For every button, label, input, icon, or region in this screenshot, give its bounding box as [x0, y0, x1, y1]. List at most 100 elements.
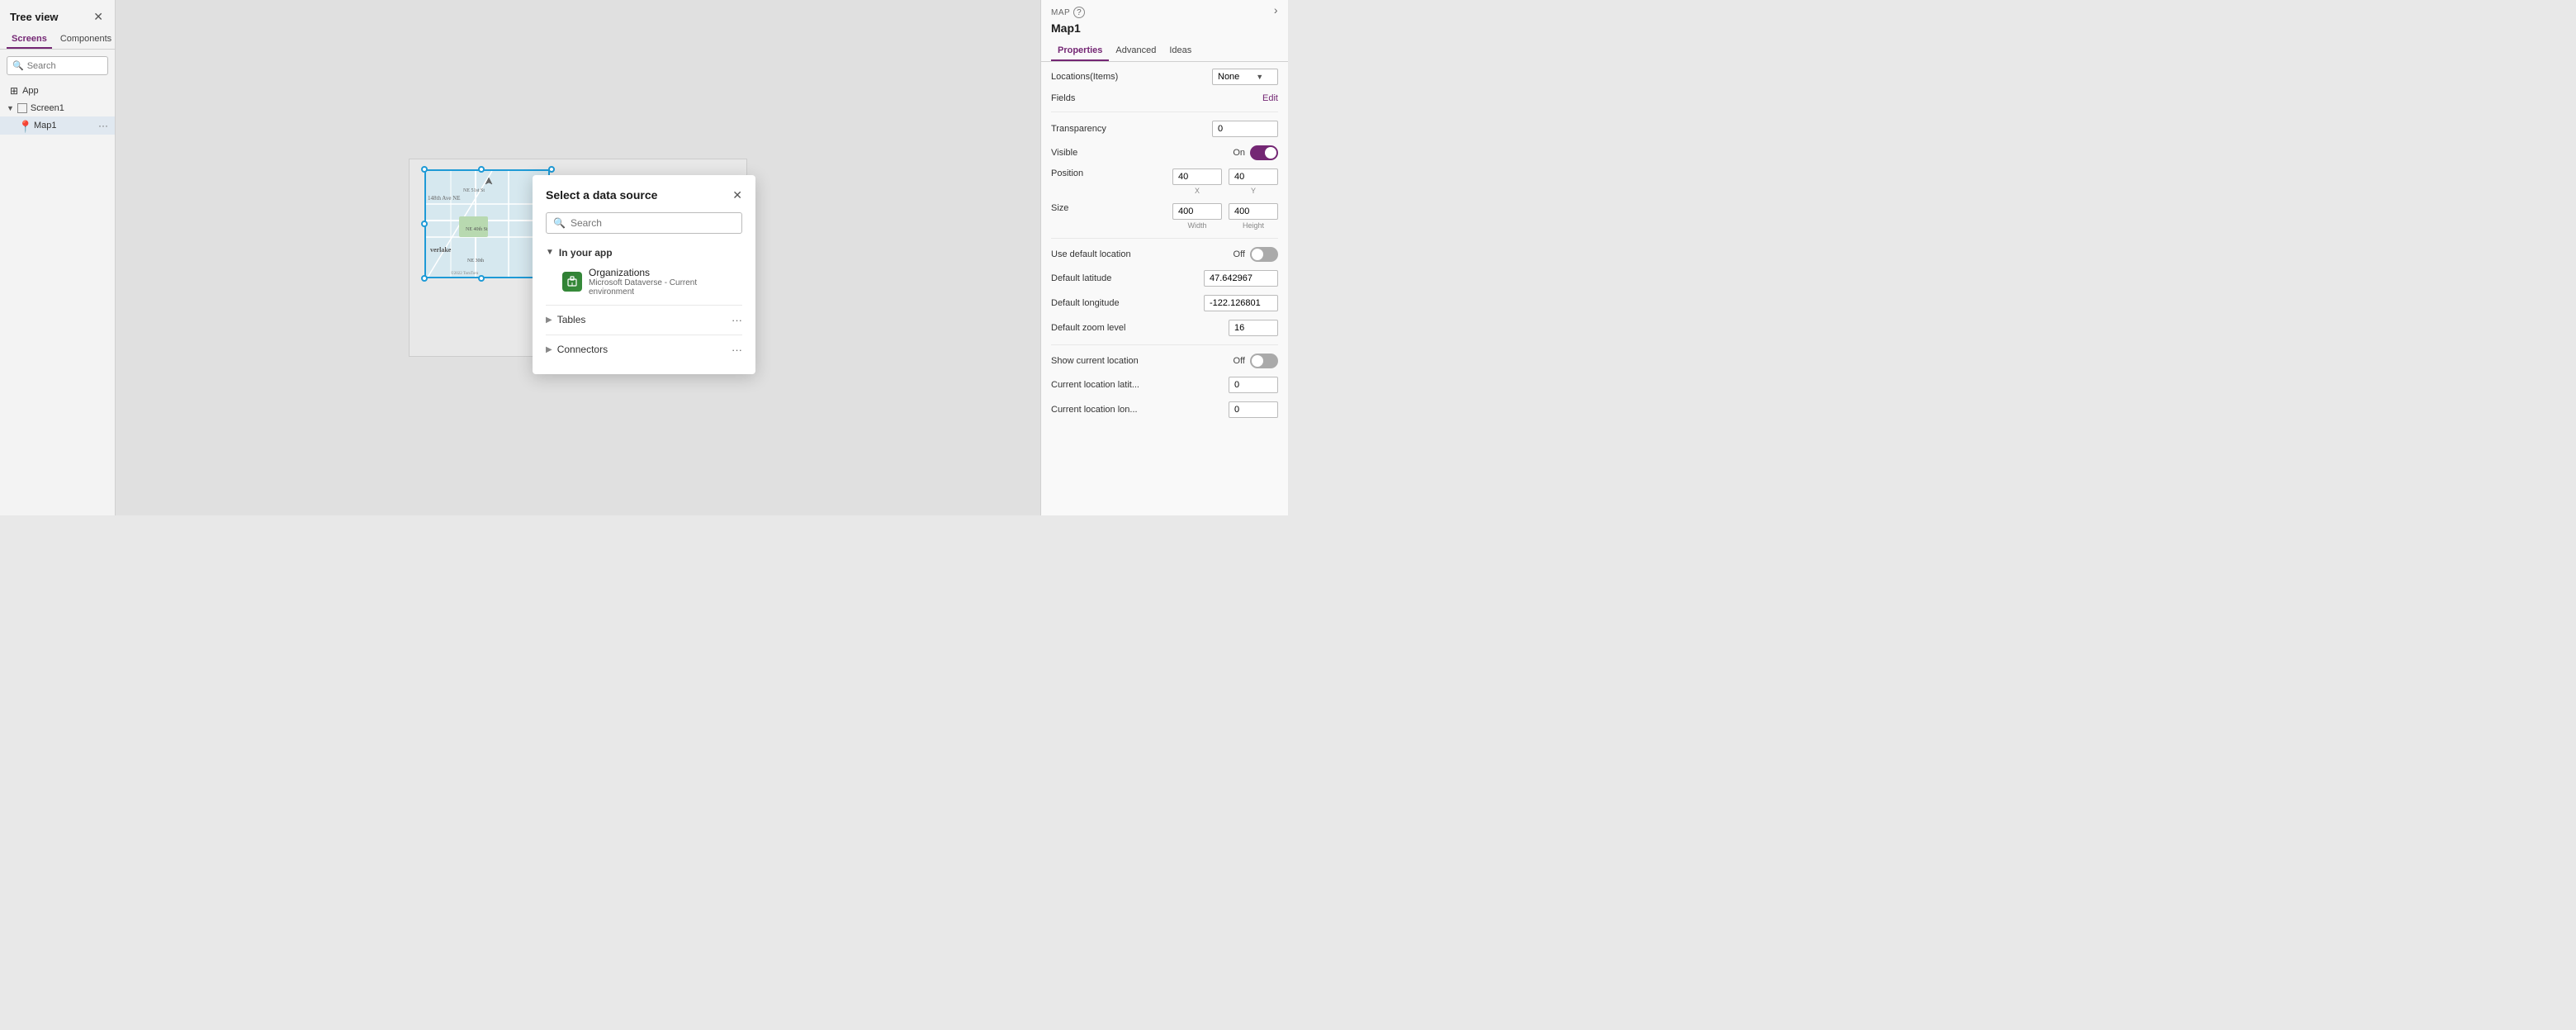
map-tag: MAP: [1051, 8, 1070, 17]
locations-items-value: None: [1218, 72, 1239, 82]
current-location-lat-input[interactable]: [1229, 377, 1278, 393]
prop-current-location-lon: Current location lon...: [1051, 401, 1278, 418]
modal-close-button[interactable]: ✕: [732, 188, 742, 202]
tables-chevron-icon: ▶: [546, 316, 552, 325]
prop-locations-items: Locations(Items) None ▼: [1051, 69, 1278, 85]
tab-ideas[interactable]: Ideas: [1163, 41, 1198, 61]
org-icon-svg: [566, 276, 578, 287]
tree-search-input[interactable]: [27, 61, 102, 71]
position-y-label: Y: [1251, 187, 1256, 195]
prop-fields: Fields Edit: [1051, 93, 1278, 103]
expand-arrow-icon[interactable]: ›: [1274, 3, 1278, 17]
in-your-app-section[interactable]: ▼ In your app: [546, 244, 742, 262]
in-your-app-label: In your app: [559, 247, 613, 259]
position-x-input[interactable]: [1172, 169, 1222, 185]
modal-header: Select a data source ✕: [546, 188, 742, 202]
map-item-label: Map1: [34, 121, 94, 131]
tab-screens[interactable]: Screens: [7, 31, 52, 49]
prop-transparency: Transparency: [1051, 121, 1278, 137]
tree-item-map[interactable]: 📍 Map1 ···: [0, 116, 115, 135]
locations-items-dropdown[interactable]: None ▼: [1212, 69, 1278, 85]
modal-search-input[interactable]: [571, 217, 735, 229]
tables-label: Tables: [557, 314, 586, 325]
map-name: Map1: [1051, 21, 1278, 35]
default-zoom-label: Default zoom level: [1051, 323, 1126, 333]
show-current-location-toggle-container: Off: [1234, 354, 1278, 368]
chevron-down-icon: ▼: [7, 104, 14, 112]
default-latitude-input[interactable]: [1204, 270, 1278, 287]
tab-properties[interactable]: Properties: [1051, 41, 1109, 61]
default-zoom-input[interactable]: [1229, 320, 1278, 336]
default-longitude-label: Default longitude: [1051, 298, 1120, 308]
organizations-item[interactable]: Organizations Microsoft Dataverse - Curr…: [546, 262, 742, 301]
size-height-label: Height: [1243, 221, 1264, 230]
use-default-location-label: Use default location: [1051, 249, 1131, 259]
prop-position: Position X Y: [1051, 169, 1278, 195]
tables-section-left: ▶ Tables: [546, 314, 585, 325]
props-tabs: Properties Advanced Ideas: [1041, 41, 1288, 62]
organizations-sub: Microsoft Dataverse - Current environmen…: [589, 278, 742, 297]
tables-more-icon[interactable]: ···: [732, 314, 742, 326]
default-longitude-input[interactable]: [1204, 295, 1278, 311]
organizations-name: Organizations: [589, 267, 742, 278]
use-default-location-toggle-container: Off: [1234, 247, 1278, 262]
position-inputs: X Y: [1172, 169, 1278, 195]
prop-current-location-lat: Current location latit...: [1051, 377, 1278, 393]
current-location-lon-input[interactable]: [1229, 401, 1278, 418]
show-current-knob: [1252, 355, 1263, 367]
properties-panel: MAP ? › Map1 Properties Advanced Ideas L…: [1040, 0, 1288, 515]
prop-divider-3: [1051, 344, 1278, 345]
position-y-input[interactable]: [1229, 169, 1278, 185]
locations-items-label: Locations(Items): [1051, 72, 1118, 82]
app-label: App: [22, 86, 39, 96]
size-width-label: Width: [1187, 221, 1206, 230]
tree-item-screen1[interactable]: ▼ Screen1: [0, 100, 115, 116]
map-tree-icon: 📍: [18, 120, 30, 131]
show-current-location-toggle[interactable]: [1250, 354, 1278, 368]
size-height-pair: Height: [1229, 203, 1278, 230]
select-datasource-modal: Select a data source ✕ 🔍 ▼ In your app: [533, 175, 755, 374]
use-default-location-toggle[interactable]: [1250, 247, 1278, 262]
size-height-input[interactable]: [1229, 203, 1278, 220]
tree-search-box: 🔍: [7, 56, 108, 75]
prop-divider-2: [1051, 238, 1278, 239]
organizations-text: Organizations Microsoft Dataverse - Curr…: [589, 267, 742, 297]
modal-overlay: Select a data source ✕ 🔍 ▼ In your app: [116, 0, 1040, 515]
fields-edit-link[interactable]: Edit: [1262, 93, 1278, 103]
transparency-label: Transparency: [1051, 124, 1106, 134]
app-icon: ⊞: [10, 85, 18, 97]
size-width-pair: Width: [1172, 203, 1222, 230]
section-chevron-icon: ▼: [546, 248, 554, 257]
current-location-lat-label: Current location latit...: [1051, 380, 1139, 390]
show-current-location-label: Show current location: [1051, 356, 1139, 366]
modal-title: Select a data source: [546, 188, 657, 202]
tables-section[interactable]: ▶ Tables ···: [546, 309, 742, 331]
visible-label: Visible: [1051, 148, 1077, 158]
connectors-more-icon[interactable]: ···: [732, 344, 742, 356]
connectors-label: Connectors: [557, 344, 608, 355]
dropdown-arrow-icon: ▼: [1256, 73, 1263, 81]
prop-default-longitude: Default longitude: [1051, 295, 1278, 311]
close-panel-button[interactable]: ✕: [92, 8, 105, 26]
modal-search-icon: 🔍: [553, 217, 566, 229]
tree-item-app[interactable]: ⊞ App: [0, 82, 115, 100]
tab-advanced[interactable]: Advanced: [1109, 41, 1163, 61]
size-inputs: Width Height: [1172, 203, 1278, 230]
screen1-label: Screen1: [31, 103, 64, 113]
tab-components[interactable]: Components: [55, 31, 116, 49]
connectors-chevron-icon: ▶: [546, 345, 552, 354]
use-default-off-label: Off: [1234, 249, 1245, 259]
connectors-section[interactable]: ▶ Connectors ···: [546, 339, 742, 361]
help-icon[interactable]: ?: [1073, 7, 1085, 18]
size-width-input[interactable]: [1172, 203, 1222, 220]
visible-toggle[interactable]: [1250, 145, 1278, 160]
visible-toggle-container: On: [1233, 145, 1278, 160]
position-x-label: X: [1195, 187, 1200, 195]
transparency-input[interactable]: [1212, 121, 1278, 137]
visible-toggle-on-label: On: [1233, 148, 1245, 158]
tree-view-panel: Tree view ✕ Screens Components 🔍 ⊞ App ▼…: [0, 0, 116, 515]
tree-tab-row: Screens Components: [0, 31, 115, 50]
panel-title: Tree view: [10, 11, 59, 23]
modal-divider-1: [546, 305, 742, 306]
more-options-icon[interactable]: ···: [98, 120, 108, 131]
